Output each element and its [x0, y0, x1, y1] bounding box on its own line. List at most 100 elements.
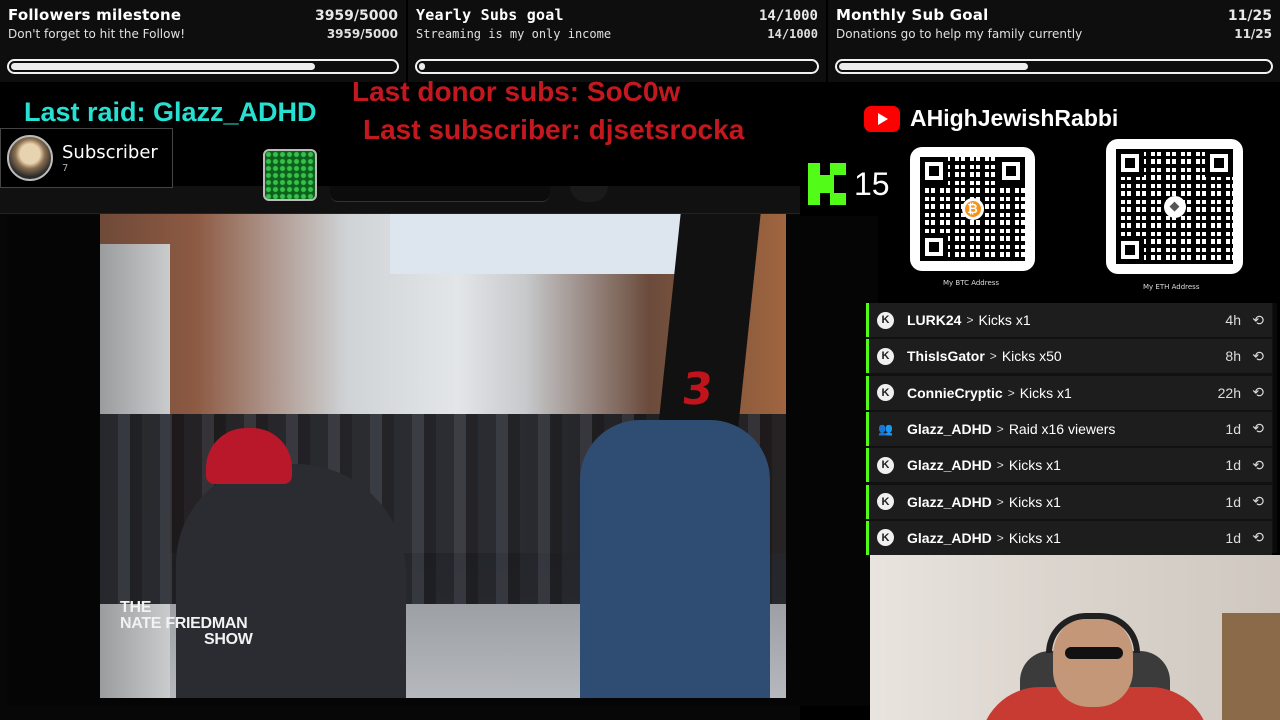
youtube-icon [864, 105, 900, 132]
event-time: 1d [1225, 457, 1241, 474]
browser-search-box[interactable] [330, 186, 550, 202]
event-user: Glazz_ADHD [907, 529, 992, 546]
event-row: K Glazz_ADHD > Kicks x1 1d ⟲ [866, 484, 1272, 519]
event-time: 1d [1225, 420, 1241, 437]
goal-title: Yearly Subs goal [416, 6, 564, 24]
ethereum-icon: ◆ [1163, 195, 1186, 218]
video-person-left [176, 464, 406, 698]
goal-progress-bar [835, 59, 1273, 74]
youtube-channel: AHighJewishRabbi [864, 105, 1118, 132]
followers-goal-widget: Followers milestone 3959/5000 Don't forg… [0, 0, 406, 82]
arrow-icon: > [996, 494, 1004, 509]
goal-progress-fill [839, 63, 1029, 70]
btc-qr-code: ₿ [910, 147, 1035, 271]
arrow-icon: > [996, 458, 1004, 473]
goal-count-secondary: 11/25 [1234, 27, 1272, 41]
kick-icon: K [877, 529, 894, 547]
goal-title: Followers milestone [8, 6, 182, 24]
arrow-icon: > [996, 530, 1004, 545]
goal-count-secondary: 14/1000 [767, 27, 818, 41]
replay-icon[interactable]: ⟲ [1252, 384, 1264, 401]
event-time: 8h [1225, 348, 1241, 365]
webcam-feed [870, 555, 1280, 720]
event-user: Glazz_ADHD [907, 420, 992, 437]
bitcoin-icon: ₿ [961, 198, 984, 220]
event-row: K LURK24 > Kicks x1 4h ⟲ [866, 303, 1272, 337]
sunglasses [1065, 647, 1123, 659]
kick-icon: K [877, 493, 894, 510]
btc-address-label: My BTC Address [943, 279, 1000, 287]
last-raid-text: Last raid: Glazz_ADHD [24, 97, 317, 127]
last-donor-subs-text: Last donor subs: SoC0w [352, 76, 681, 107]
qr-pattern: ₿ [920, 157, 1025, 261]
replay-icon[interactable]: ⟲ [1252, 529, 1264, 546]
kick-viewer-count: 15 [808, 163, 890, 205]
event-user: ConnieCryptic [907, 384, 1003, 401]
goal-progress-bar [415, 59, 819, 74]
kick-logo-icon [808, 163, 846, 205]
goal-count: 11/25 [1227, 8, 1272, 24]
goal-progress-bar [7, 59, 399, 74]
goal-count: 14/1000 [758, 8, 818, 24]
recent-events-list: K LURK24 > Kicks x1 4h ⟲ K ThisIsGator > Kicks x5… [866, 303, 1274, 555]
watermark-line: THE [120, 599, 152, 616]
goal-progress-fill [419, 63, 425, 70]
replay-icon[interactable]: ⟲ [1252, 348, 1264, 365]
event-action: Kicks x50 [1001, 348, 1062, 365]
event-row: K Glazz_ADHD > Kicks x1 1d ⟲ [866, 520, 1272, 555]
webcam-door [1222, 613, 1280, 720]
event-user: LURK24 [907, 312, 962, 328]
goal-subtitle: Streaming is my only income [416, 27, 612, 41]
goal-progress-fill [11, 63, 316, 70]
event-row: K ThisIsGator > Kicks x50 8h ⟲ [866, 339, 1272, 374]
video-watermark: THE NATE FRIEDMAN SHOW [120, 600, 270, 648]
goal-count: 3959/5000 [314, 8, 398, 24]
events-scrollbar[interactable] [1273, 303, 1277, 553]
arrow-icon: > [989, 349, 997, 364]
goal-subtitle: Donations go to help my family currently [836, 27, 1083, 41]
event-time: 22h [1217, 384, 1241, 401]
goal-count-secondary: 3959/5000 [326, 27, 398, 41]
replay-icon[interactable]: ⟲ [1252, 493, 1264, 510]
kick-icon: K [877, 456, 894, 474]
event-user: Glazz_ADHD [907, 493, 992, 510]
event-row: K ConnieCryptic > Kicks x1 22h ⟲ [866, 375, 1272, 410]
monthly-sub-goal-widget: Monthly Sub Goal 11/25 Donations go to h… [828, 0, 1280, 82]
event-action: Kicks x1 [1008, 457, 1061, 474]
yearly-subs-goal-widget: Yearly Subs goal 14/1000 Streaming is my… [408, 0, 826, 82]
browser-round-button[interactable] [570, 186, 608, 202]
replay-icon[interactable]: ⟲ [1252, 457, 1264, 474]
event-action: Kicks x1 [978, 312, 1031, 328]
kick-icon: K [877, 347, 894, 365]
eth-qr-code: ◆ [1106, 139, 1243, 274]
arrow-icon: > [996, 421, 1004, 436]
arrow-icon: > [966, 313, 974, 327]
arrow-icon: > [1007, 385, 1015, 400]
event-action: Kicks x1 [1019, 384, 1072, 401]
event-time: 4h [1225, 312, 1241, 328]
replay-icon[interactable]: ⟲ [1252, 312, 1264, 329]
video-person-right [580, 420, 770, 698]
subscriber-label: Subscriber [62, 142, 158, 163]
qr-pattern: ◆ [1116, 149, 1233, 264]
event-row: 👥 Glazz_ADHD > Raid x16 viewers 1d ⟲ [866, 411, 1272, 446]
event-action: Kicks x1 [1008, 529, 1061, 546]
replay-icon[interactable]: ⟲ [1252, 420, 1264, 437]
goal-subtitle: Don't forget to hit the Follow! [8, 27, 186, 41]
event-action: Kicks x1 [1008, 493, 1061, 510]
kick-icon: K [877, 311, 894, 329]
kick-icon: K [877, 384, 894, 402]
event-time: 1d [1225, 493, 1241, 510]
event-row: K Glazz_ADHD > Kicks x1 1d ⟲ [866, 448, 1272, 483]
channel-name: AHighJewishRabbi [910, 105, 1119, 131]
eth-address-label: My ETH Address [1143, 283, 1200, 291]
tip-jar-icon [263, 149, 317, 201]
event-user: Glazz_ADHD [907, 457, 992, 474]
goal-title: Monthly Sub Goal [836, 6, 989, 24]
subscriber-avatar [7, 135, 53, 181]
event-action: Raid x16 viewers [1008, 420, 1116, 437]
raid-group-icon: 👥 [878, 421, 893, 436]
browser-toolbar [0, 186, 800, 214]
watermark-line: NATE FRIEDMAN [120, 615, 248, 632]
viewer-count: 15 [854, 165, 890, 202]
